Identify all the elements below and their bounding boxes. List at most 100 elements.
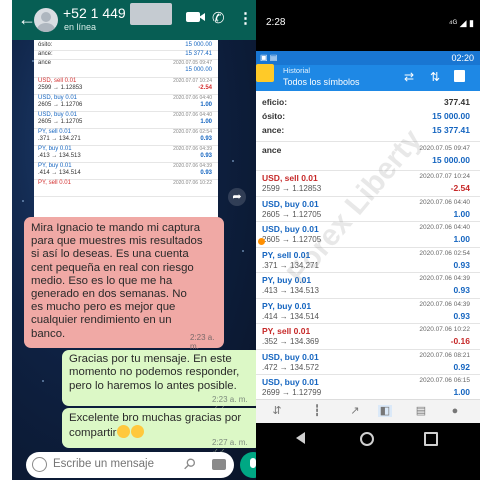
trade-date: 2020.07.06 04:39	[419, 275, 470, 282]
card-row: ance: 15 377.41	[38, 51, 214, 57]
trade-row[interactable]: USD, buy 0.01 2020.07.06 08:21 .472 → 134.…	[262, 352, 474, 372]
summary-row: eficio: 377.41	[262, 97, 474, 107]
balance-value: 15 000.00	[432, 155, 470, 165]
row-divider	[256, 323, 480, 324]
thumbs-up-emoji-icon	[131, 425, 145, 439]
trade-symbol: PY, buy 0.01	[262, 300, 312, 311]
card-row-symbol: USD, sell 0.01	[38, 78, 77, 84]
whatsapp-chat-screenshot: ← +52 1 449 en línea ✆ ⋮ ósito: 15 000.00…	[12, 0, 256, 480]
trade-symbol: USD, sell 0.01	[262, 173, 318, 183]
summary-label: eficio:	[262, 97, 288, 107]
trade-profit: 0.93	[453, 285, 470, 295]
trade-profit: 1.00	[453, 387, 470, 397]
page-title: Historial	[283, 66, 311, 75]
nav-back-icon[interactable]	[296, 432, 305, 444]
trade-prices: 2605 → 1.12705	[262, 235, 322, 244]
message-input[interactable]	[53, 458, 173, 470]
card-row-symbol: PY, sell 0.01	[38, 180, 71, 186]
incoming-message[interactable]: Mira Ignacio te mando mi captura para qu…	[24, 217, 224, 351]
trade-date: 2020.07.06 04:40	[419, 198, 470, 206]
card-row-label: ósito:	[38, 42, 53, 48]
card-row-date: 2020.07.06 04:40	[173, 112, 212, 118]
card-row-symbol: PY, buy 0.01	[38, 146, 72, 152]
nav-home-icon[interactable]	[360, 432, 374, 446]
card-row-prices: .371 → 134.271	[38, 136, 81, 142]
card-row-value: 0.93	[200, 136, 212, 142]
emoji-icon[interactable]	[32, 457, 47, 472]
avatar[interactable]	[34, 8, 58, 32]
trade-tab-icon[interactable]: ↗	[348, 405, 362, 417]
card-row-label: ance:	[38, 51, 53, 57]
card-row: PY, buy 0.01 2020.07.06 04:39 .413 → 134.5…	[38, 146, 214, 159]
card-row: USD, buy 0.01 2020.07.06 04:40 2605 → 1.12…	[38, 95, 214, 108]
trade-row[interactable]: PY, sell 0.01 2020.07.06 10:22 .352 → 134.…	[262, 326, 474, 346]
quotes-tab-icon[interactable]: ⇵	[270, 405, 284, 417]
card-row-prices: 2599 → 1.12853	[38, 85, 83, 91]
card-row-value: 1.00	[200, 119, 212, 125]
trade-date: 2020.07.06 04:40	[419, 224, 470, 231]
trade-profit: 1.00	[453, 234, 470, 244]
notification-icons: ▣ ▤	[260, 53, 278, 62]
app-logo-icon[interactable]	[256, 64, 274, 82]
balance-label: ance	[262, 145, 282, 155]
card-row: PY, sell 0.01 2020.07.06 10:22	[38, 180, 214, 187]
nav-recents-icon[interactable]	[424, 432, 438, 446]
video-call-icon[interactable]	[186, 12, 205, 22]
balance-row[interactable]: ance 2020.07.05 09:47 15 000.00	[262, 145, 474, 165]
row-divider	[256, 221, 480, 222]
trade-symbol: PY, sell 0.01	[262, 326, 311, 336]
phone-clock: 2:28	[266, 17, 286, 28]
card-row-value: 1.00	[200, 102, 212, 108]
card-row-value: 15 000.00	[185, 42, 212, 48]
trade-symbol: USD, buy 0.01	[262, 198, 319, 209]
row-divider	[34, 196, 218, 197]
messages-tab-icon[interactable]: ●	[448, 405, 462, 417]
trade-row[interactable]: USD, buy 0.01 2020.07.06 04:40 2605 → 1.12…	[262, 224, 474, 244]
row-divider	[256, 374, 480, 375]
forward-icon[interactable]: ➦	[228, 188, 246, 206]
card-row-date: 2020.07.06 02:54	[173, 129, 212, 135]
card-row-prices: .414 → 134.514	[38, 170, 81, 176]
row-divider	[256, 141, 480, 142]
row-divider	[256, 297, 480, 299]
trade-row[interactable]: USD, buy 0.01 2020.07.06 06:15 2699 → 1.12…	[262, 377, 474, 397]
sort-icon[interactable]: ⇅	[430, 70, 440, 84]
phone-call-icon[interactable]: ✆	[212, 9, 225, 27]
symbol-filter[interactable]: Todos los símbolos	[283, 77, 360, 87]
shared-image-card[interactable]: ósito: 15 000.00 ance: 15 377.41 ance 15 000.…	[34, 40, 218, 220]
calendar-icon[interactable]	[454, 70, 465, 82]
summary-row: ance: 15 377.41	[262, 125, 474, 135]
chart-tab-icon[interactable]: ┇	[310, 405, 324, 417]
mt4-history-screenshot: 2:28 ⁴ᴳ ◢ ▮ ▣ ▤ 02:20 Historial Todos lo…	[256, 0, 480, 480]
signal-battery-icons: ⁴ᴳ ◢ ▮	[448, 18, 474, 28]
card-row-prices: .413 → 134.513	[38, 153, 81, 159]
outgoing-message[interactable]: Excelente bro muchas gracias por compart…	[62, 408, 256, 456]
card-row: PY, sell 0.01 2020.07.06 02:54 .371 → 134.…	[38, 129, 214, 142]
more-options-icon[interactable]: ⋮	[238, 9, 253, 27]
card-row-date: 2020.07.06 04:39	[173, 146, 212, 152]
trade-date: 2020.07.06 08:21	[419, 351, 470, 359]
card-row-value: 15 000.00	[185, 67, 212, 73]
grin-emoji-icon	[117, 425, 131, 439]
card-row: ance 15 000.00 2020.07.05 09:47	[38, 60, 214, 73]
card-row-date: 2020.07.06 10:22	[173, 180, 212, 186]
news-tab-icon[interactable]: ▤	[414, 405, 428, 417]
trade-profit: -0.16	[450, 336, 470, 346]
trade-prices: .472 → 134.572	[262, 362, 319, 372]
trade-prices: .352 → 134.369	[262, 337, 319, 346]
swap-arrows-icon[interactable]: ⇄	[404, 70, 414, 84]
row-divider	[256, 246, 480, 248]
outgoing-message[interactable]: Gracias por tu mensaje. En este momento …	[62, 350, 256, 413]
card-row-symbol: USD, buy 0.01	[38, 112, 78, 118]
contact-status: en línea	[64, 22, 97, 32]
history-tab-icon[interactable]: ◧	[378, 405, 392, 417]
trade-date: 2020.07.07 10:24	[419, 173, 470, 180]
trade-row[interactable]: PY, buy 0.01 2020.07.06 04:39 .414 → 134.5…	[262, 301, 474, 321]
camera-icon[interactable]	[212, 459, 226, 470]
trade-prices: .413 → 134.513	[262, 286, 319, 295]
card-row: ósito: 15 000.00	[38, 42, 214, 48]
attach-icon[interactable]: ⚲	[179, 454, 200, 474]
redaction-mask	[130, 3, 172, 25]
card-row-date: 2020.07.06 04:40	[173, 95, 212, 101]
contact-name[interactable]: +52 1 449	[63, 5, 126, 21]
